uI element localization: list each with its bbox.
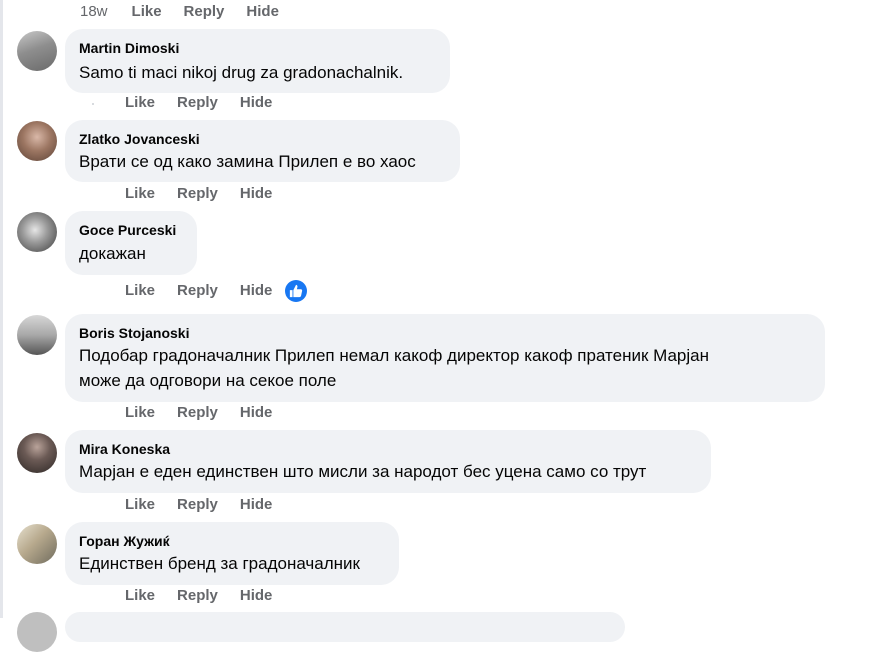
like-button[interactable]: Like — [125, 404, 155, 421]
avatar[interactable] — [17, 524, 57, 564]
like-button[interactable]: Like — [125, 587, 155, 604]
avatar[interactable] — [17, 121, 57, 161]
like-button[interactable]: Like — [125, 94, 155, 111]
reply-button[interactable]: Reply — [177, 94, 218, 111]
comment-bubble: Martin Dimoski Samo ti maci nikoj drug z… — [65, 29, 450, 93]
comment-actions: Like Reply Hide — [125, 94, 294, 111]
hide-button[interactable]: Hide — [240, 587, 273, 604]
avatar[interactable] — [17, 433, 57, 473]
thumbs-up-icon — [289, 284, 303, 298]
comment-text: Samo ti maci nikoj drug za gradonachalni… — [79, 63, 404, 82]
avatar[interactable] — [17, 31, 57, 71]
hide-button[interactable]: Hide — [240, 282, 273, 299]
comment-author[interactable]: Boris Stojanoski — [79, 325, 189, 341]
comment-text: докажан — [79, 244, 146, 263]
comment-author[interactable]: Goce Purceski — [79, 222, 176, 238]
like-reaction-icon[interactable] — [285, 280, 307, 302]
comment-actions: Like Reply Hide — [125, 404, 294, 421]
reply-button[interactable]: Reply — [177, 404, 218, 421]
reply-button[interactable]: Reply — [177, 185, 218, 202]
comment-text-line-1: Подобар градоначалник Прилеп немал какоф… — [79, 346, 709, 365]
like-button[interactable]: Like — [125, 282, 155, 299]
like-button[interactable]: Like — [132, 3, 162, 20]
reply-button[interactable]: Reply — [184, 3, 225, 20]
comment-actions: Like Reply Hide — [125, 496, 294, 513]
like-button[interactable]: Like — [125, 185, 155, 202]
avatar[interactable] — [17, 212, 57, 252]
comment-text: Врати се од како замина Прилеп е во хаос — [79, 152, 416, 171]
comment-bubble — [65, 612, 625, 642]
comment-actions: Like Reply Hide — [125, 185, 294, 202]
comment-bubble: Mira Koneska Марјан е еден единствен што… — [65, 430, 711, 493]
comment-author[interactable]: Горан Жужиќ — [79, 533, 170, 549]
avatar[interactable] — [17, 612, 57, 652]
hide-button[interactable]: Hide — [246, 3, 279, 20]
like-button[interactable]: Like — [125, 496, 155, 513]
comment-actions: Like Reply Hide — [125, 282, 294, 299]
hide-button[interactable]: Hide — [240, 404, 273, 421]
comment-actions-top: 18w Like Reply Hide — [80, 3, 301, 20]
comment-author[interactable]: Mira Koneska — [79, 441, 170, 457]
comment-bubble: Zlatko Jovanceski Врати се од како замин… — [65, 120, 460, 182]
reply-button[interactable]: Reply — [177, 587, 218, 604]
hide-button[interactable]: Hide — [240, 185, 273, 202]
avatar[interactable] — [17, 315, 57, 355]
left-divider — [0, 0, 3, 618]
comment-actions: Like Reply Hide — [125, 587, 294, 604]
comment-bubble: Boris Stojanoski Подобар градоначалник П… — [65, 314, 825, 402]
comment-bubble: Горан Жужиќ Единствен бренд за градонача… — [65, 522, 399, 585]
comment-text-line-2: може да одговори на секое поле — [79, 371, 337, 390]
hide-button[interactable]: Hide — [240, 496, 273, 513]
reply-button[interactable]: Reply — [177, 282, 218, 299]
comment-author[interactable]: Martin Dimoski — [79, 40, 179, 56]
comment-text: Марјан е еден единствен што мисли за нар… — [79, 462, 647, 481]
reply-button[interactable]: Reply — [177, 496, 218, 513]
comment-author[interactable]: Zlatko Jovanceski — [79, 131, 200, 147]
comment-text: Единствен бренд за градоначалник — [79, 554, 360, 573]
hide-button[interactable]: Hide — [240, 94, 273, 111]
dot-separator — [92, 103, 94, 105]
comment-timestamp[interactable]: 18w — [80, 3, 108, 20]
comment-bubble: Goce Purceski докажан — [65, 211, 197, 275]
